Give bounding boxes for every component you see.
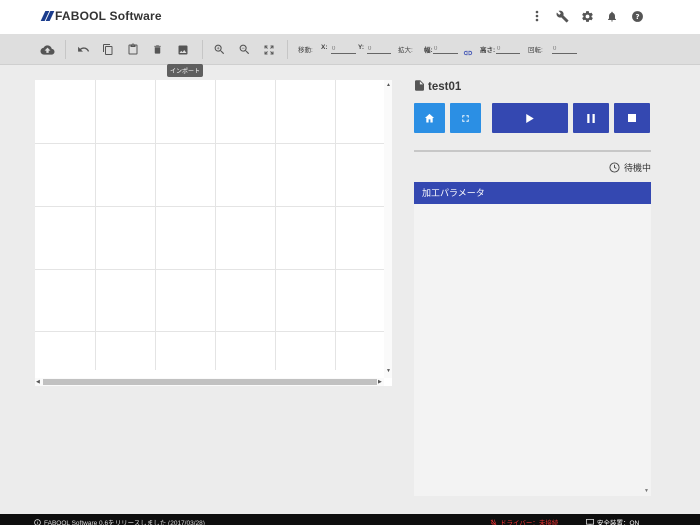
app-header: FABOOL Software ? xyxy=(0,0,700,34)
upload-icon[interactable] xyxy=(40,43,55,57)
more-vert-icon[interactable] xyxy=(530,9,544,23)
driver-status: ドライバー：未接続 xyxy=(490,517,558,525)
paste-icon[interactable] xyxy=(127,43,141,57)
height-label: 高さ: xyxy=(480,47,496,54)
clock-icon xyxy=(609,162,620,173)
vertical-scrollbar[interactable]: ▲ ▼ xyxy=(384,80,392,378)
news-text: FABOOL Software 0.6をリリースしました (2017/03/28… xyxy=(44,520,205,525)
y-field[interactable] xyxy=(367,44,391,54)
status-bar: FABOOL Software 0.6をリリースしました (2017/03/28… xyxy=(0,514,700,525)
frame-icon xyxy=(462,114,469,122)
pause-button[interactable] xyxy=(573,103,609,133)
news-item[interactable]: FABOOL Software 0.6をリリースしました (2017/03/28… xyxy=(34,517,205,525)
processing-params-panel: 加工パラメータ ▼ xyxy=(414,182,651,496)
app-title: FABOOL Software xyxy=(55,9,162,23)
help-icon[interactable]: ? xyxy=(630,9,644,23)
scroll-left-icon[interactable]: ◀ xyxy=(36,379,40,385)
scale-label: 拡大: xyxy=(398,47,413,54)
wrench-icon[interactable] xyxy=(555,9,569,23)
copy-icon[interactable] xyxy=(102,43,116,57)
import-tooltip: インポート xyxy=(167,64,204,77)
app-logo: FABOOL Software xyxy=(40,9,162,23)
fabool-logo-icon xyxy=(40,11,55,21)
width-field[interactable] xyxy=(433,44,458,54)
canvas-grid xyxy=(35,80,384,370)
toolbar: 移動: X: Y: 拡大: 幅: 高さ: 回転: xyxy=(0,34,700,65)
stop-button[interactable] xyxy=(614,103,650,133)
panel-divider xyxy=(414,150,651,152)
play-button[interactable] xyxy=(492,103,568,133)
home-button[interactable] xyxy=(414,103,445,133)
toolbar-divider xyxy=(287,40,288,59)
fit-screen-icon[interactable] xyxy=(263,43,277,57)
pause-icon xyxy=(587,113,595,123)
horizontal-scrollbar[interactable]: ◀ ▶ xyxy=(35,378,384,386)
scroll-down-icon[interactable]: ▼ xyxy=(644,488,649,494)
scroll-down-icon[interactable]: ▼ xyxy=(386,368,391,374)
move-label: 移動: xyxy=(298,47,313,54)
monitor-icon xyxy=(586,518,594,525)
info-icon xyxy=(34,518,41,525)
file-title: test01 xyxy=(415,80,461,94)
rotate-field[interactable] xyxy=(552,44,577,54)
usb-off-icon xyxy=(490,519,497,525)
horizontal-scroll-thumb[interactable] xyxy=(43,379,377,385)
link-icon[interactable] xyxy=(462,45,476,59)
import-image-icon[interactable] xyxy=(177,43,191,57)
safety-status: 安全装置：ON xyxy=(586,517,639,525)
bell-icon[interactable] xyxy=(605,9,619,23)
safety-status-text: 安全装置：ON xyxy=(597,520,640,525)
svg-text:?: ? xyxy=(635,11,639,20)
driver-status-text: ドライバー：未接続 xyxy=(500,520,559,525)
height-field[interactable] xyxy=(496,44,520,54)
x-field[interactable] xyxy=(331,44,356,54)
scroll-up-icon[interactable]: ▲ xyxy=(386,82,391,88)
rotate-label: 回転: xyxy=(528,47,543,54)
x-label: X: xyxy=(321,44,328,51)
toolbar-divider xyxy=(202,40,203,59)
stop-icon xyxy=(628,114,636,122)
home-icon xyxy=(424,113,435,123)
delete-icon[interactable] xyxy=(152,43,166,57)
work-canvas[interactable]: ▲ ▼ ◀ ▶ xyxy=(35,80,392,386)
file-name: test01 xyxy=(428,81,462,93)
zoom-in-icon[interactable] xyxy=(213,43,227,57)
play-icon xyxy=(526,113,534,123)
status-text: 待機中 xyxy=(624,163,652,173)
scroll-right-icon[interactable]: ▶ xyxy=(378,379,382,385)
machine-status: 待機中 xyxy=(609,161,651,174)
undo-icon[interactable] xyxy=(77,43,91,57)
toolbar-divider xyxy=(65,40,66,59)
zoom-out-icon[interactable] xyxy=(238,43,252,57)
params-header[interactable]: 加工パラメータ xyxy=(414,182,651,204)
y-label: Y: xyxy=(358,44,365,51)
gear-icon[interactable] xyxy=(580,9,594,23)
frame-button[interactable] xyxy=(450,103,481,133)
document-icon xyxy=(415,80,424,94)
width-label: 幅: xyxy=(424,47,433,54)
